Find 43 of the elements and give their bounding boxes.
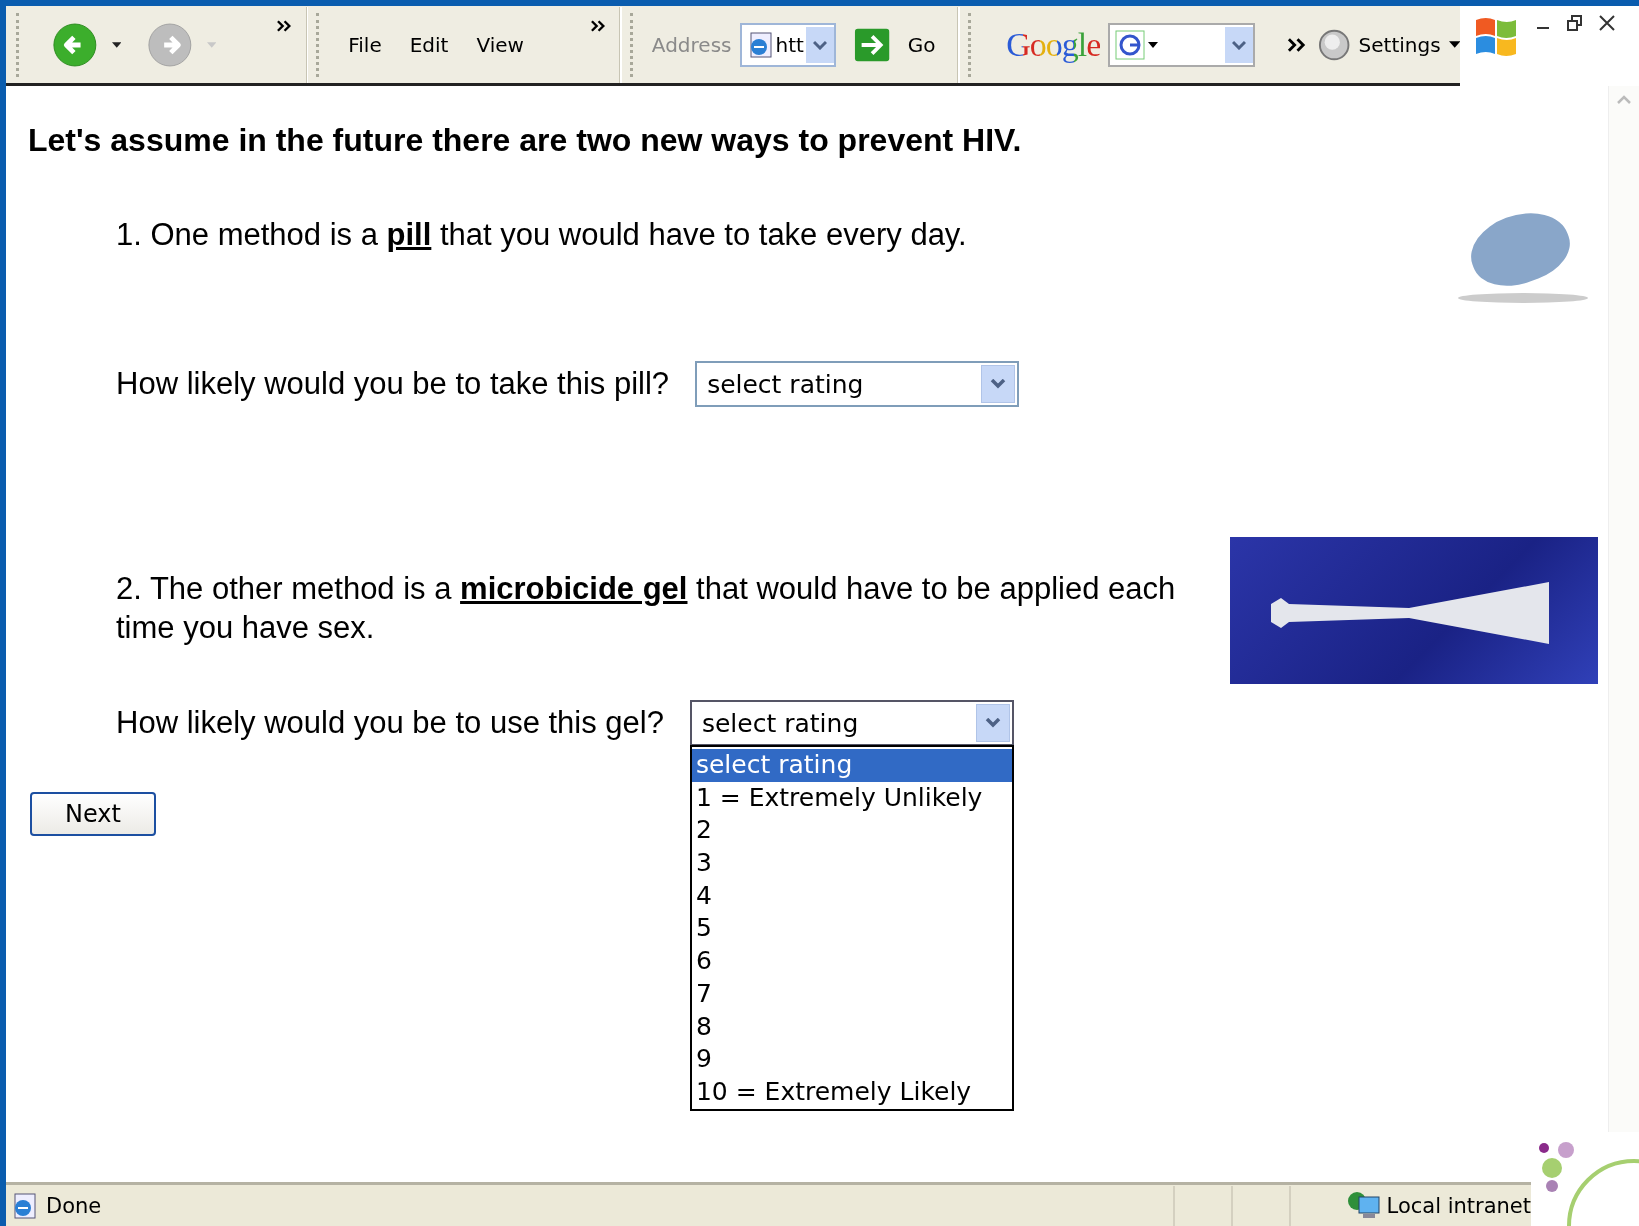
rating-dropdown[interactable]: select rating: [689, 700, 1014, 746]
question-text: 2. The other method is a microbicide gel that would have to be applied each time you have sex.: [116, 570, 1177, 647]
address-label: Address: [651, 32, 732, 57]
menu-item[interactable]: File: [338, 32, 392, 57]
next-button[interactable]: Next: [30, 792, 156, 836]
status-text: Done: [46, 1193, 102, 1218]
zone-text: Local intranet: [1386, 1193, 1531, 1218]
settings-menu[interactable]: Settings: [1358, 32, 1441, 57]
restore-icon[interactable]: [1566, 14, 1584, 32]
settings-icon[interactable]: [1318, 27, 1351, 62]
dropdown-option[interactable]: 2: [691, 814, 1012, 848]
caret-icon[interactable]: [111, 41, 122, 48]
scrollbar[interactable]: [1608, 86, 1639, 1132]
dropdown-option[interactable]: 3: [691, 847, 1012, 880]
page-heading: Let's assume in the future there are two new ways to prevent HIV.: [28, 122, 1023, 159]
network-computer-icon: [1346, 1190, 1381, 1221]
g-icon: [1114, 29, 1161, 60]
back-icon[interactable]: [51, 20, 98, 69]
close-icon[interactable]: [1598, 14, 1616, 32]
dropdown-option[interactable]: 4: [691, 879, 1012, 913]
chevron-icon[interactable]: [589, 20, 608, 32]
dropdown-option[interactable]: 8: [691, 1010, 1012, 1044]
dropdown-option[interactable]: 9: [691, 1043, 1012, 1076]
caret-icon: [206, 41, 217, 48]
question-prompt: How likely would you be to take this pill?: [116, 365, 670, 403]
caret-icon: [1448, 41, 1460, 48]
menu-item[interactable]: View: [466, 32, 534, 57]
menu-item[interactable]: Edit: [399, 32, 459, 57]
dropdown-option[interactable]: select rating: [691, 749, 1012, 782]
dropdown-option[interactable]: 1 = Extremely Unlikely: [691, 781, 1012, 815]
dropdown-option[interactable]: 6: [691, 945, 1012, 978]
question-prompt: How likely would you be to use this gel?: [116, 704, 664, 742]
dropdown-option[interactable]: 5: [691, 912, 1012, 946]
search-field[interactable]: [1108, 22, 1256, 67]
address-field[interactable]: htt: [739, 22, 836, 67]
chevron-icon[interactable]: [276, 20, 294, 32]
go-button[interactable]: Go: [897, 32, 946, 57]
dropdown-option[interactable]: 7: [691, 977, 1012, 1011]
chevron-down-icon: [990, 379, 1007, 389]
rating-dropdown[interactable]: select rating: [695, 361, 1020, 407]
question-text: 1. One method is a pill that you would have to take every day.: [116, 216, 968, 254]
dropdown-option[interactable]: 10 = Extremely Likely: [691, 1075, 1012, 1109]
chevron-down-icon: [984, 718, 1001, 728]
